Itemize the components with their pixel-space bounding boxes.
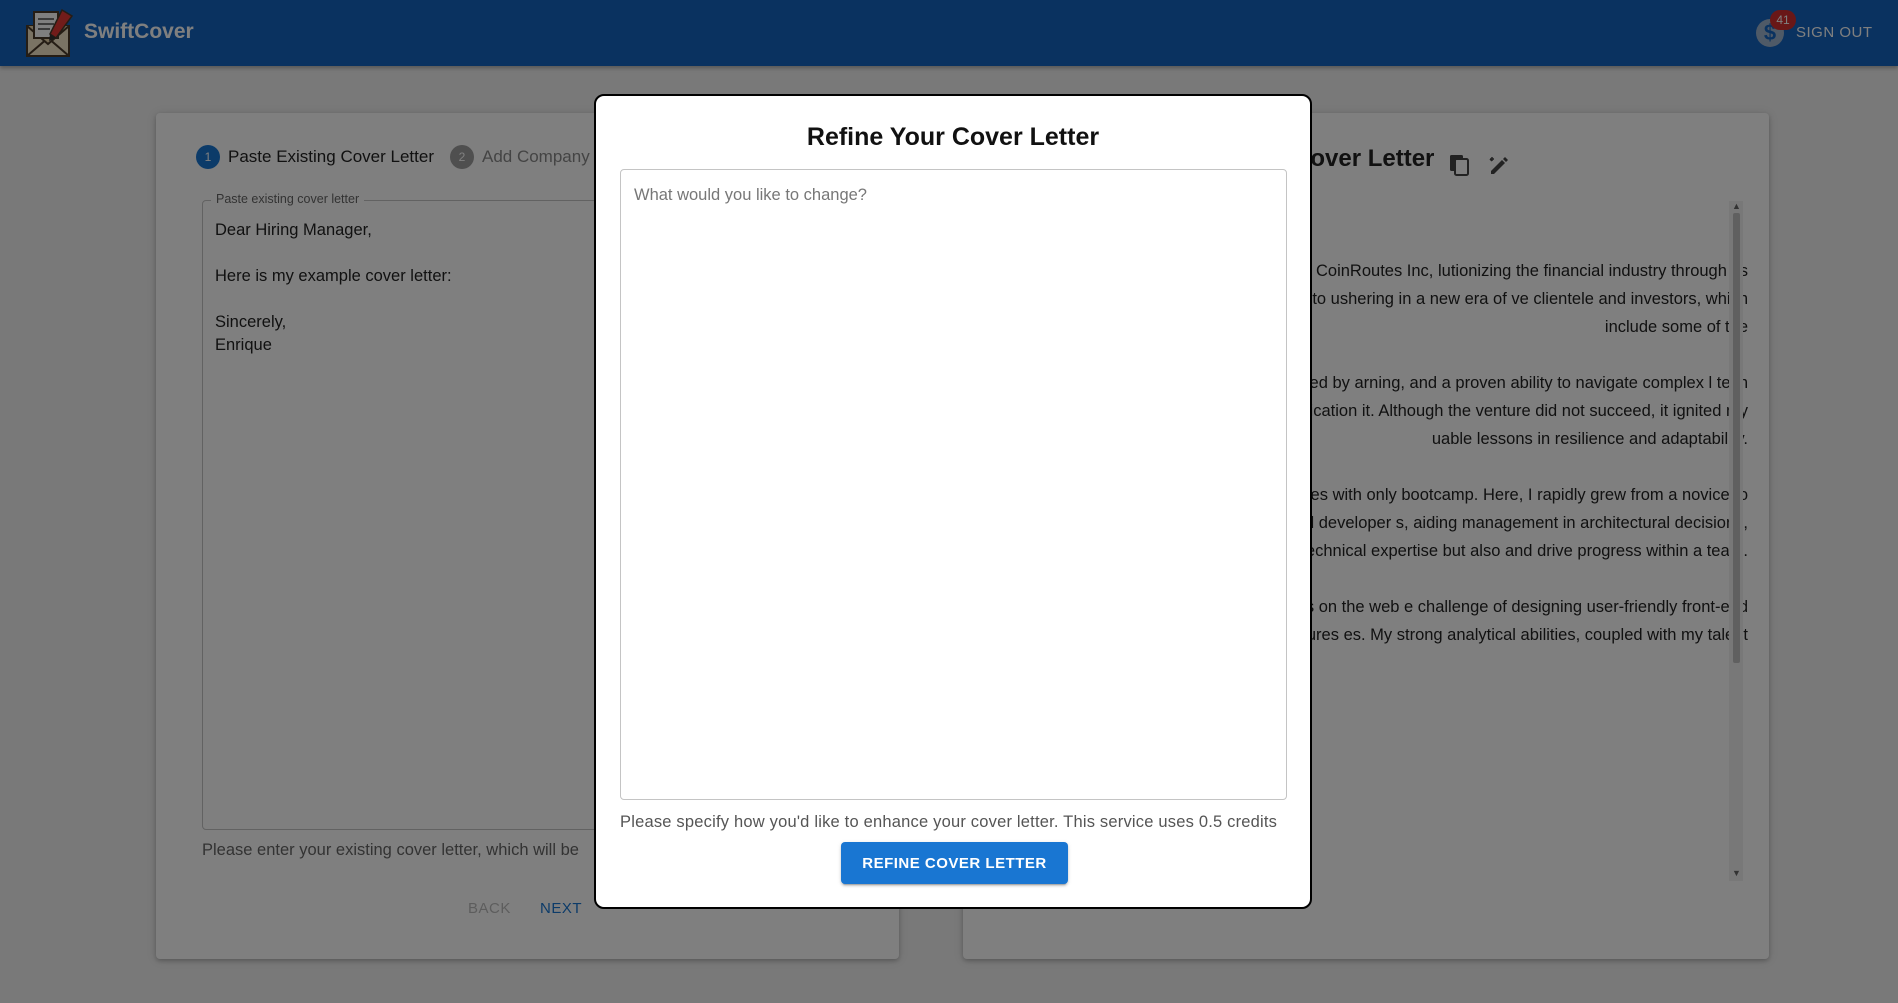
refine-helper-text: Please specify how you'd like to enhance… bbox=[620, 813, 1278, 831]
refine-instructions-input[interactable] bbox=[620, 169, 1287, 800]
refine-cover-letter-dialog: Refine Your Cover Letter Please specify … bbox=[594, 94, 1312, 909]
refine-cover-letter-button[interactable]: REFINE COVER LETTER bbox=[841, 842, 1068, 884]
dialog-title: Refine Your Cover Letter bbox=[806, 123, 1100, 151]
